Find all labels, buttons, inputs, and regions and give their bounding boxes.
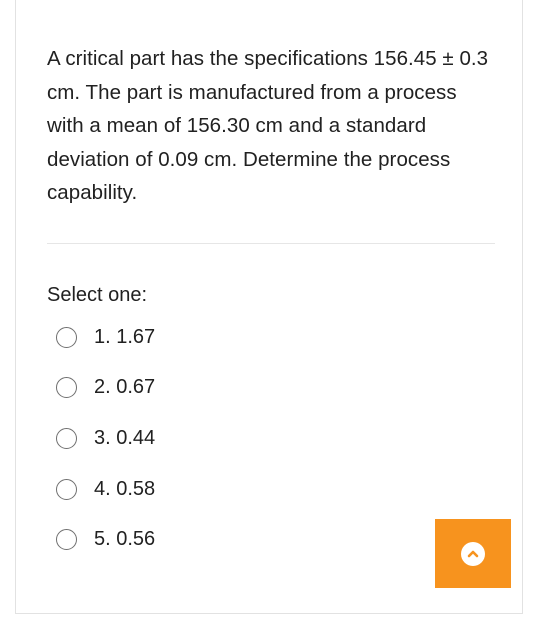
- option-label: 2. 0.67: [94, 375, 156, 398]
- question-text: A critical part has the specifications 1…: [47, 47, 489, 204]
- radio-button[interactable]: [56, 478, 77, 500]
- radio-button[interactable]: [56, 427, 77, 449]
- option-label: 3. 0.44: [94, 426, 156, 449]
- scroll-to-top-button[interactable]: [435, 519, 511, 588]
- option-label: 1. 1.67: [94, 325, 156, 348]
- answer-option-2[interactable]: 2. 0.67: [56, 372, 155, 402]
- radio-button[interactable]: [56, 326, 77, 348]
- answer-option-4[interactable]: 4. 0.58: [56, 474, 155, 504]
- chevron-up-icon: [461, 541, 485, 566]
- radio-button[interactable]: [56, 376, 77, 398]
- answer-option-1[interactable]: 1. 1.67: [56, 322, 155, 352]
- option-label: 5. 0.56: [94, 527, 156, 550]
- divider: [47, 243, 495, 244]
- radio-button[interactable]: [56, 528, 77, 550]
- option-label: 4. 0.58: [94, 477, 156, 500]
- answer-option-3[interactable]: 3. 0.44: [56, 423, 155, 453]
- answer-option-5[interactable]: 5. 0.56: [56, 524, 155, 554]
- select-one-label: Select one:: [47, 284, 148, 306]
- question-card: A critical part has the specifications 1…: [15, 0, 523, 614]
